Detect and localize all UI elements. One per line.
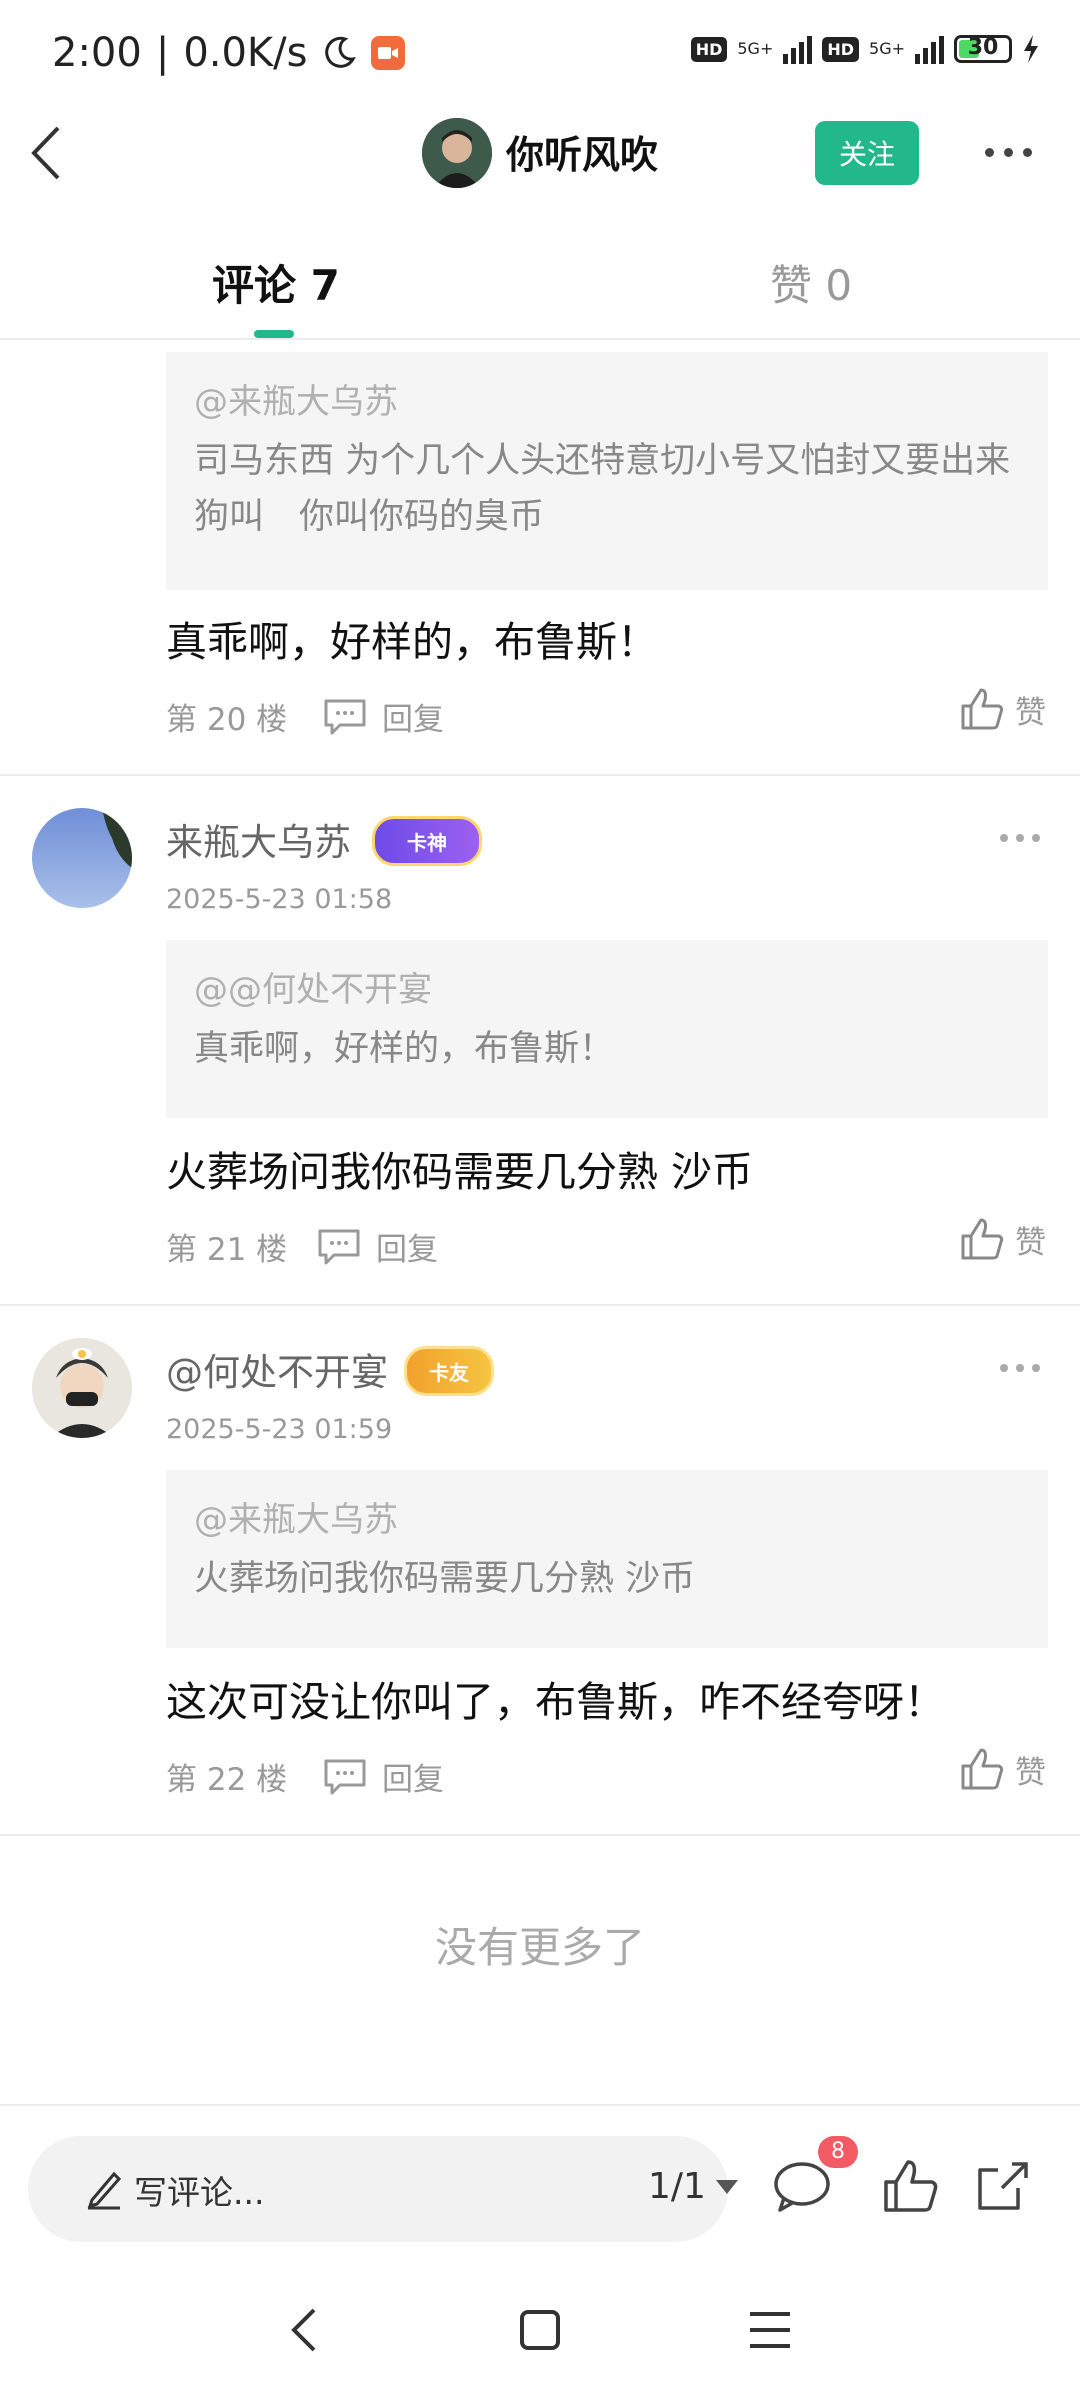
like-button[interactable]: 赞 — [959, 686, 1046, 732]
quoted-comment[interactable]: @来瓶大乌苏 司马东西 为个几个人头还特意切小号又怕封又要出来狗叫 你叫你码的臭… — [166, 352, 1048, 590]
comment-body: 火葬场问我你码需要几分熟 沙币 — [166, 1148, 754, 1196]
nav-menu-button[interactable] — [740, 2300, 800, 2364]
comment-time: 2025-5-23 01:58 — [166, 884, 393, 915]
quoted-comment[interactable]: @来瓶大乌苏 火葬场问我你码需要几分熟 沙币 — [166, 1470, 1048, 1648]
pen-icon — [87, 2171, 122, 2210]
reply-button[interactable]: 回复 — [322, 694, 444, 739]
caret-down-icon[interactable] — [714, 2178, 740, 2196]
quote-author: @来瓶大乌苏 — [194, 382, 398, 422]
camera-icon — [371, 36, 406, 70]
tab-indicator — [254, 330, 294, 338]
author-name[interactable]: 你听风吹 — [506, 124, 658, 179]
page-indicator[interactable]: 1/1 — [648, 2166, 706, 2207]
tab-likes[interactable]: 赞 0 — [770, 252, 852, 313]
thumbs-up-icon — [961, 1218, 1004, 1260]
comment-author-name[interactable]: @何处不开宴 — [166, 1342, 388, 1396]
network-type-2: 5G+ — [869, 39, 905, 58]
like-button[interactable]: 赞 — [959, 1746, 1046, 1792]
floor-number: 第 21 楼 — [166, 1232, 288, 1268]
hd-icon-2: HD — [822, 36, 860, 62]
comment-icon — [324, 1759, 366, 1794]
quote-text: 司马东西 为个几个人头还特意切小号又怕封又要出来狗叫 你叫你码的臭币 — [194, 441, 1011, 537]
signal-icon-2 — [915, 34, 944, 64]
quote-author: @@何处不开宴 — [194, 970, 432, 1010]
menu-icon — [750, 2312, 790, 2348]
status-separator: | — [155, 30, 170, 76]
status-speed: 0.0K/s — [183, 30, 308, 76]
thumbs-up-icon — [961, 688, 1004, 730]
no-more-text: 没有更多了 — [434, 1923, 645, 1972]
user-badge: 卡友 — [404, 1346, 494, 1396]
moon-icon — [325, 36, 357, 68]
avatar[interactable] — [32, 808, 132, 908]
thumbs-up-icon — [961, 1748, 1004, 1790]
reply-button[interactable]: 回复 — [316, 1224, 438, 1269]
quote-text: 真乖啊，好样的，布鲁斯！ — [194, 1029, 615, 1069]
nav-home-icon — [520, 2310, 560, 2350]
more-options-button[interactable] — [985, 140, 1045, 164]
signal-icon — [783, 34, 813, 64]
comment-input[interactable]: 写评论... 1/1 — [28, 2136, 738, 2242]
reply-label: 回复 — [382, 702, 444, 738]
nav-home-button[interactable] — [510, 2300, 570, 2364]
back-button[interactable] — [20, 118, 80, 188]
avatar[interactable] — [32, 1338, 132, 1438]
reply-label: 回复 — [382, 1762, 444, 1798]
comment-body: 真乖啊，好样的，布鲁斯！ — [166, 618, 658, 666]
status-time: 2:00 — [52, 30, 142, 76]
battery-icon: 30 — [954, 35, 1012, 63]
tab-comments[interactable]: 评论 7 — [212, 252, 340, 313]
status-bar: 2:00 | 0.0K/s HD 5G+ HD 5G+ 30 — [0, 0, 1080, 110]
like-label: 赞 — [1015, 1224, 1046, 1261]
author-avatar[interactable] — [422, 118, 492, 188]
reply-label: 回复 — [376, 1232, 438, 1268]
floor-number: 第 20 楼 — [166, 702, 288, 738]
nav-back-button[interactable] — [280, 2300, 330, 2364]
status-left: 2:00 | 0.0K/s — [52, 30, 406, 76]
quoted-comment[interactable]: @@何处不开宴 真乖啊，好样的，布鲁斯！ — [166, 940, 1048, 1118]
like-button[interactable]: 赞 — [959, 1216, 1046, 1262]
network-type: 5G+ — [737, 39, 774, 58]
comment-time: 2025-5-23 01:59 — [166, 1414, 393, 1445]
comment-icon — [318, 1229, 360, 1264]
user-badge: 卡神 — [372, 816, 482, 866]
divider — [0, 338, 1080, 340]
like-post-button[interactable] — [880, 2156, 950, 2226]
divider — [0, 774, 1080, 776]
comment-more-button[interactable] — [1000, 1364, 1040, 1372]
bottom-action-bar: 写评论... 1/1 8 — [0, 2104, 1080, 2256]
comment-more-button[interactable] — [1000, 834, 1040, 842]
quote-author: @来瓶大乌苏 — [194, 1500, 398, 1540]
dot-icon — [985, 147, 994, 157]
quote-text: 火葬场问我你码需要几分熟 沙币 — [194, 1559, 696, 1599]
divider — [0, 1834, 1080, 1836]
chevron-left-icon — [31, 126, 60, 180]
charging-icon — [1024, 35, 1038, 63]
comment-icon — [324, 699, 366, 734]
floor-number: 第 22 楼 — [166, 1762, 288, 1798]
like-label: 赞 — [1015, 1754, 1046, 1791]
follow-button[interactable]: 关注 — [815, 121, 919, 185]
hd-icon: HD — [690, 36, 728, 62]
like-label: 赞 — [1015, 694, 1046, 731]
divider — [0, 1304, 1080, 1306]
share-icon — [978, 2162, 1028, 2210]
dot-icon — [1004, 147, 1013, 157]
comment-placeholder: 写评论... — [134, 2173, 265, 2212]
nav-back-icon — [291, 2308, 316, 2352]
comment-count-badge: 8 — [818, 2136, 858, 2168]
status-right: HD 5G+ HD 5G+ 30 — [690, 34, 1040, 64]
comment-author-name[interactable]: 来瓶大乌苏 — [166, 812, 351, 866]
comment-body: 这次可没让你叫了，布鲁斯，咋不经夸呀！ — [166, 1678, 945, 1726]
thumbs-up-icon — [884, 2160, 938, 2212]
reply-button[interactable]: 回复 — [322, 1754, 444, 1799]
share-button[interactable] — [972, 2156, 1042, 2226]
dot-icon — [1023, 147, 1032, 157]
